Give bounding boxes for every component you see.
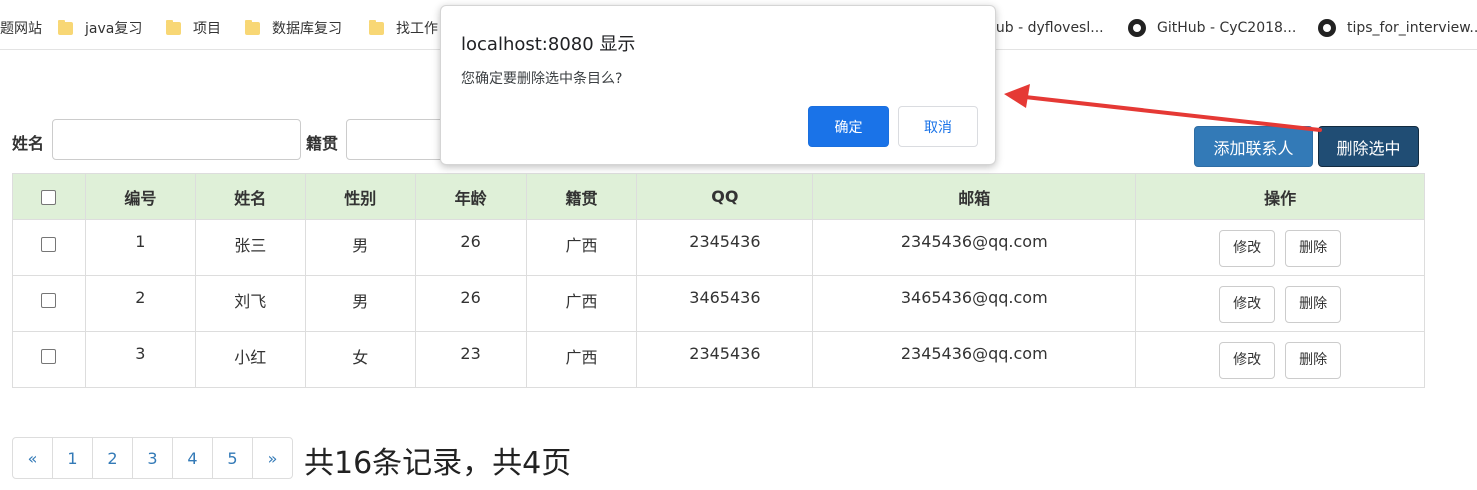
bookmark-github-tips[interactable]: tips_for_interview... [1318,17,1477,39]
dialog-title: localhost:8080 显示 [461,34,636,55]
id-cell: 3 [84,331,196,388]
native-search-label: 籍贯 [306,134,339,153]
bookmark-folder-job[interactable]: 找工作 [369,17,438,39]
edit-button[interactable]: 修改 [1219,230,1276,267]
pagination-page[interactable]: 1 [52,437,93,479]
pagination-prev[interactable]: « [12,437,53,479]
pagination-page[interactable]: 3 [132,437,173,479]
arrow-head [1004,84,1030,108]
bookmark-label: 找工作 [396,21,438,37]
column-header: 操作 [1135,173,1425,220]
table-row: 3 小红 女 23 广西 2345436 2345436@qq.com 修改 删… [12,331,1425,388]
pagination-page[interactable]: 2 [92,437,133,479]
native-search-input[interactable] [346,119,446,160]
checkbox-cell [12,219,86,276]
bookmark-github-cyc[interactable]: GitHub - CyC2018... [1128,17,1296,39]
id-cell: 1 [84,219,196,276]
dialog-cancel-button[interactable]: 取消 [898,106,978,147]
edit-button[interactable]: 修改 [1219,342,1276,379]
age-cell: 26 [414,275,527,332]
bookmark-label: 项目 [193,21,221,37]
age-cell: 23 [414,331,527,388]
select-all-cell [12,173,86,220]
folder-icon [245,19,260,35]
edit-button[interactable]: 修改 [1219,286,1276,323]
folder-icon [369,19,384,35]
bookmark-label: 数据库复习 [272,21,342,37]
bookmark-folder-java[interactable]: java复习 [58,17,142,39]
operations-cell: 修改 删除 [1135,331,1425,388]
add-contact-button[interactable]: 添加联系人 [1194,126,1313,167]
checkbox-cell [12,275,86,332]
pagination-page[interactable]: 4 [172,437,213,479]
name-cell: 刘飞 [194,275,306,332]
email-cell: 3465436@qq.com [812,275,1137,332]
bookmark-label: 题网站 [0,21,42,37]
bookmark-item[interactable]: 题网站 [0,17,42,39]
gender-cell: 男 [304,275,416,332]
column-header: 籍贯 [525,173,638,220]
table-header-row: 编号 姓名 性别 年龄 籍贯 QQ 邮箱 操作 [12,173,1425,220]
column-header: 年龄 [414,173,527,220]
qq-cell: 2345436 [636,331,814,388]
gender-cell: 男 [304,219,416,276]
pagination-page[interactable]: 5 [212,437,253,479]
confirm-dialog: localhost:8080 显示 您确定要删除选中条目么? 确定 取消 [440,5,996,165]
qq-cell: 2345436 [636,219,814,276]
email-cell: 2345436@qq.com [812,219,1137,276]
column-header: QQ [636,173,814,220]
dialog-ok-button[interactable]: 确定 [808,106,889,147]
name-cell: 张三 [194,219,306,276]
bookmark-folder-project[interactable]: 项目 [166,17,221,39]
dialog-message: 您确定要删除选中条目么? [461,71,623,87]
folder-icon [58,19,73,35]
name-search-input[interactable] [52,119,301,160]
github-icon [1128,19,1146,37]
table-row: 1 张三 男 26 广西 2345436 2345436@qq.com 修改 删… [12,219,1425,276]
checkbox-cell [12,331,86,388]
pagination: « 1 2 3 4 5 » [12,437,293,479]
id-cell: 2 [84,275,196,332]
table-row: 2 刘飞 男 26 广西 3465436 3465436@qq.com 修改 删… [12,275,1425,332]
email-cell: 2345436@qq.com [812,331,1137,388]
delete-button[interactable]: 删除 [1285,286,1342,323]
name-cell: 小红 [194,331,306,388]
bookmark-label: GitHub - CyC2018... [1157,20,1297,36]
row-checkbox[interactable] [41,293,57,308]
native-cell: 广西 [525,331,638,388]
pagination-next[interactable]: » [252,437,293,479]
operations-cell: 修改 删除 [1135,275,1425,332]
native-cell: 广西 [525,219,638,276]
delete-button[interactable]: 删除 [1285,230,1342,267]
bookmark-label: tips_for_interview... [1347,20,1477,36]
column-header: 邮箱 [812,173,1137,220]
bookmark-folder-database[interactable]: 数据库复习 [245,17,342,39]
name-search-label: 姓名 [12,134,45,153]
bookmark-label: java复习 [85,21,143,37]
native-cell: 广西 [525,275,638,332]
operations-cell: 修改 删除 [1135,219,1425,276]
folder-icon [166,19,181,35]
contacts-table: 编号 姓名 性别 年龄 籍贯 QQ 邮箱 操作 1 张三 男 26 广西 234… [12,173,1425,388]
qq-cell: 3465436 [636,275,814,332]
select-all-checkbox[interactable] [41,190,57,205]
bookmark-label: lub - dyflovesl... [992,20,1104,36]
column-header: 性别 [304,173,416,220]
row-checkbox[interactable] [41,349,57,364]
column-header: 姓名 [194,173,306,220]
row-checkbox[interactable] [41,237,57,252]
column-header: 编号 [84,173,196,220]
github-icon [1318,19,1336,37]
gender-cell: 女 [304,331,416,388]
record-summary: 共16条记录，共4页 [304,446,572,481]
delete-selected-button[interactable]: 删除选中 [1318,126,1419,167]
bookmark-item[interactable]: lub - dyflovesl... [992,17,1104,39]
delete-button[interactable]: 删除 [1285,342,1342,379]
age-cell: 26 [414,219,527,276]
